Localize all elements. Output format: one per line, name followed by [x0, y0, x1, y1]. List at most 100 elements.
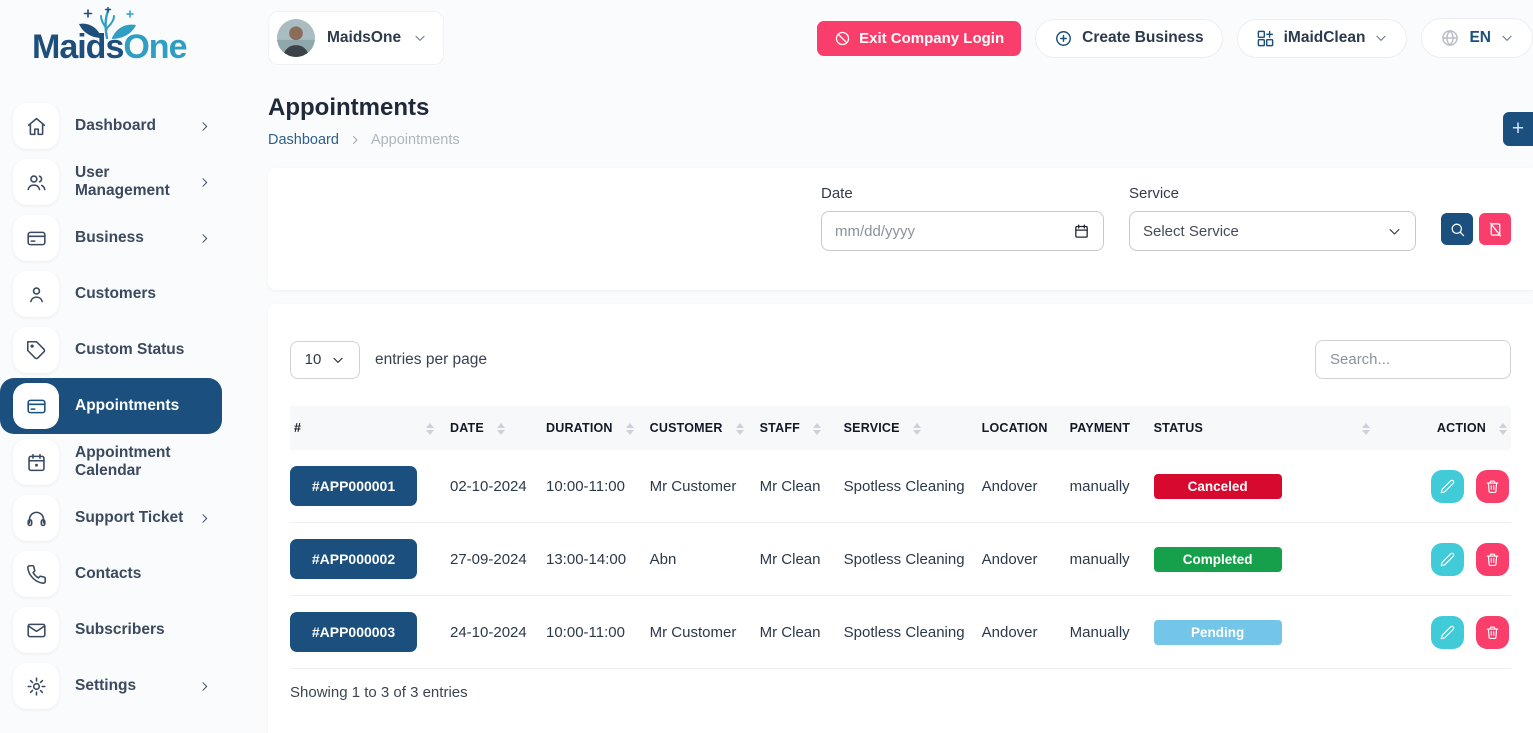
filter-search-button[interactable] [1441, 213, 1473, 245]
add-appointment-button[interactable]: + [1503, 112, 1533, 146]
chevron-down-icon [1387, 224, 1402, 239]
column-header-duration[interactable]: DURATION [538, 406, 642, 450]
column-header-payment[interactable]: PAYMENT [1062, 406, 1146, 450]
logo-plant-icon [74, 7, 140, 39]
column-header-location[interactable]: LOCATION [974, 406, 1062, 450]
page-size-select[interactable]: 10 [290, 341, 360, 379]
appointment-id-badge[interactable]: #APP000002 [290, 539, 417, 579]
sidebar-item-appointments[interactable]: Appointments [0, 378, 222, 434]
trash-icon [1485, 479, 1500, 494]
plus-circle-icon [1054, 29, 1073, 48]
exit-company-login-button[interactable]: Exit Company Login [817, 21, 1021, 56]
appointment-id-badge[interactable]: #APP000003 [290, 612, 417, 652]
sort-icon[interactable] [426, 423, 434, 435]
column-header-service[interactable]: SERVICE [836, 406, 974, 450]
column-header-staff[interactable]: STAFF [752, 406, 836, 450]
sidebar-item-label: Business [75, 229, 144, 247]
sidebar-item-label: Settings [75, 677, 136, 695]
sort-icon[interactable] [736, 423, 744, 435]
chevron-down-icon [1500, 31, 1514, 45]
credit-card-icon [13, 215, 59, 261]
globe-icon [1440, 28, 1460, 48]
main-content: MaidsOne Exit Company Login Create Busin… [225, 0, 1533, 733]
filter-actions [1441, 213, 1511, 245]
home-icon [13, 103, 59, 149]
sidebar-item-dashboard[interactable]: Dashboard [0, 98, 225, 154]
edit-button[interactable] [1431, 543, 1464, 576]
trash-icon [1485, 625, 1500, 640]
business-switcher-menu[interactable]: iMaidClean [1237, 19, 1408, 58]
card-icon [13, 383, 59, 429]
column-header-customer[interactable]: CUSTOMER [642, 406, 752, 450]
date-placeholder: mm/dd/yyyy [835, 223, 915, 240]
chevron-right-icon [198, 680, 211, 693]
edit-button[interactable] [1431, 616, 1464, 649]
cell-location: Andover [974, 596, 1062, 669]
cell-service: Spotless Cleaning [836, 523, 974, 596]
delete-button[interactable] [1476, 470, 1509, 503]
cell-duration: 10:00-11:00 [538, 596, 642, 669]
calendar-icon [13, 439, 59, 485]
sidebar-item-subscribers[interactable]: Subscribers [0, 602, 225, 658]
chevron-right-icon [198, 512, 211, 525]
sidebar-item-contacts[interactable]: Contacts [0, 546, 225, 602]
column-header-id[interactable]: # [290, 406, 442, 450]
table-controls: 10 entries per page [290, 340, 1511, 379]
cell-duration: 10:00-11:00 [538, 450, 642, 523]
sort-icon[interactable] [813, 423, 821, 435]
sort-icon[interactable] [497, 423, 505, 435]
sidebar-item-customers[interactable]: Customers [0, 266, 225, 322]
language-label: EN [1469, 29, 1491, 47]
gear-icon [13, 663, 59, 709]
table-row: #APP000001 02-10-2024 10:00-11:00 Mr Cus… [290, 450, 1511, 523]
page-size-value: 10 [305, 351, 322, 368]
pencil-icon [1440, 552, 1455, 567]
create-business-button[interactable]: Create Business [1035, 19, 1222, 58]
sort-icon[interactable] [1362, 423, 1370, 435]
sidebar-item-custom-status[interactable]: Custom Status [0, 322, 225, 378]
column-header-action[interactable]: ACTION [1378, 406, 1511, 450]
filter-panel: Date mm/dd/yyyy Service Select Service [268, 168, 1533, 290]
sort-icon[interactable] [913, 423, 921, 435]
brand-logo[interactable]: MaidsOne [0, 0, 225, 92]
cell-location: Andover [974, 450, 1062, 523]
table-body: #APP000001 02-10-2024 10:00-11:00 Mr Cus… [290, 450, 1511, 669]
breadcrumb: Dashboard Appointments [268, 132, 1533, 148]
sidebar-item-settings[interactable]: Settings [0, 658, 225, 714]
table-row: #APP000003 24-10-2024 10:00-11:00 Mr Cus… [290, 596, 1511, 669]
edit-button[interactable] [1431, 470, 1464, 503]
table-search-input[interactable] [1315, 340, 1511, 379]
sort-icon[interactable] [1499, 423, 1507, 435]
service-label: Service [1129, 185, 1416, 202]
appointments-table-panel: 10 entries per page # DATE DURATION CUST… [268, 304, 1533, 733]
calendar-icon[interactable] [1073, 223, 1090, 240]
delete-button[interactable] [1476, 543, 1509, 576]
cell-date: 24-10-2024 [442, 596, 538, 669]
sort-icon[interactable] [626, 423, 634, 435]
service-filter-group: Service Select Service [1129, 185, 1416, 273]
status-badge: Pending [1154, 620, 1282, 645]
sidebar-item-user-management[interactable]: User Management [0, 154, 225, 210]
pencil-icon [1440, 625, 1455, 640]
sidebar-item-appointment-calendar[interactable]: Appointment Calendar [0, 434, 225, 490]
sidebar-item-business[interactable]: Business [0, 210, 225, 266]
appointment-id-badge[interactable]: #APP000001 [290, 466, 417, 506]
topbar-actions: Exit Company Login Create Business iMaid… [817, 18, 1533, 58]
column-header-date[interactable]: DATE [442, 406, 538, 450]
language-menu[interactable]: EN [1421, 18, 1533, 58]
breadcrumb-dashboard-link[interactable]: Dashboard [268, 132, 339, 148]
company-account-menu[interactable]: MaidsOne [268, 11, 444, 65]
sidebar-item-support-ticket[interactable]: Support Ticket [0, 490, 225, 546]
person-icon [13, 271, 59, 317]
cell-date: 02-10-2024 [442, 450, 538, 523]
delete-button[interactable] [1476, 616, 1509, 649]
sidebar-item-label: Appointments [75, 397, 179, 415]
app-root: MaidsOne Dashboard User Management Busin… [0, 0, 1533, 733]
cell-staff: Mr Clean [752, 596, 836, 669]
service-select[interactable]: Select Service [1129, 211, 1416, 251]
filter-clear-button[interactable] [1479, 213, 1511, 245]
column-header-status[interactable]: STATUS [1146, 406, 1378, 450]
date-input[interactable]: mm/dd/yyyy [821, 211, 1104, 251]
chevron-right-icon [198, 176, 211, 189]
chevron-down-icon [1374, 31, 1388, 45]
